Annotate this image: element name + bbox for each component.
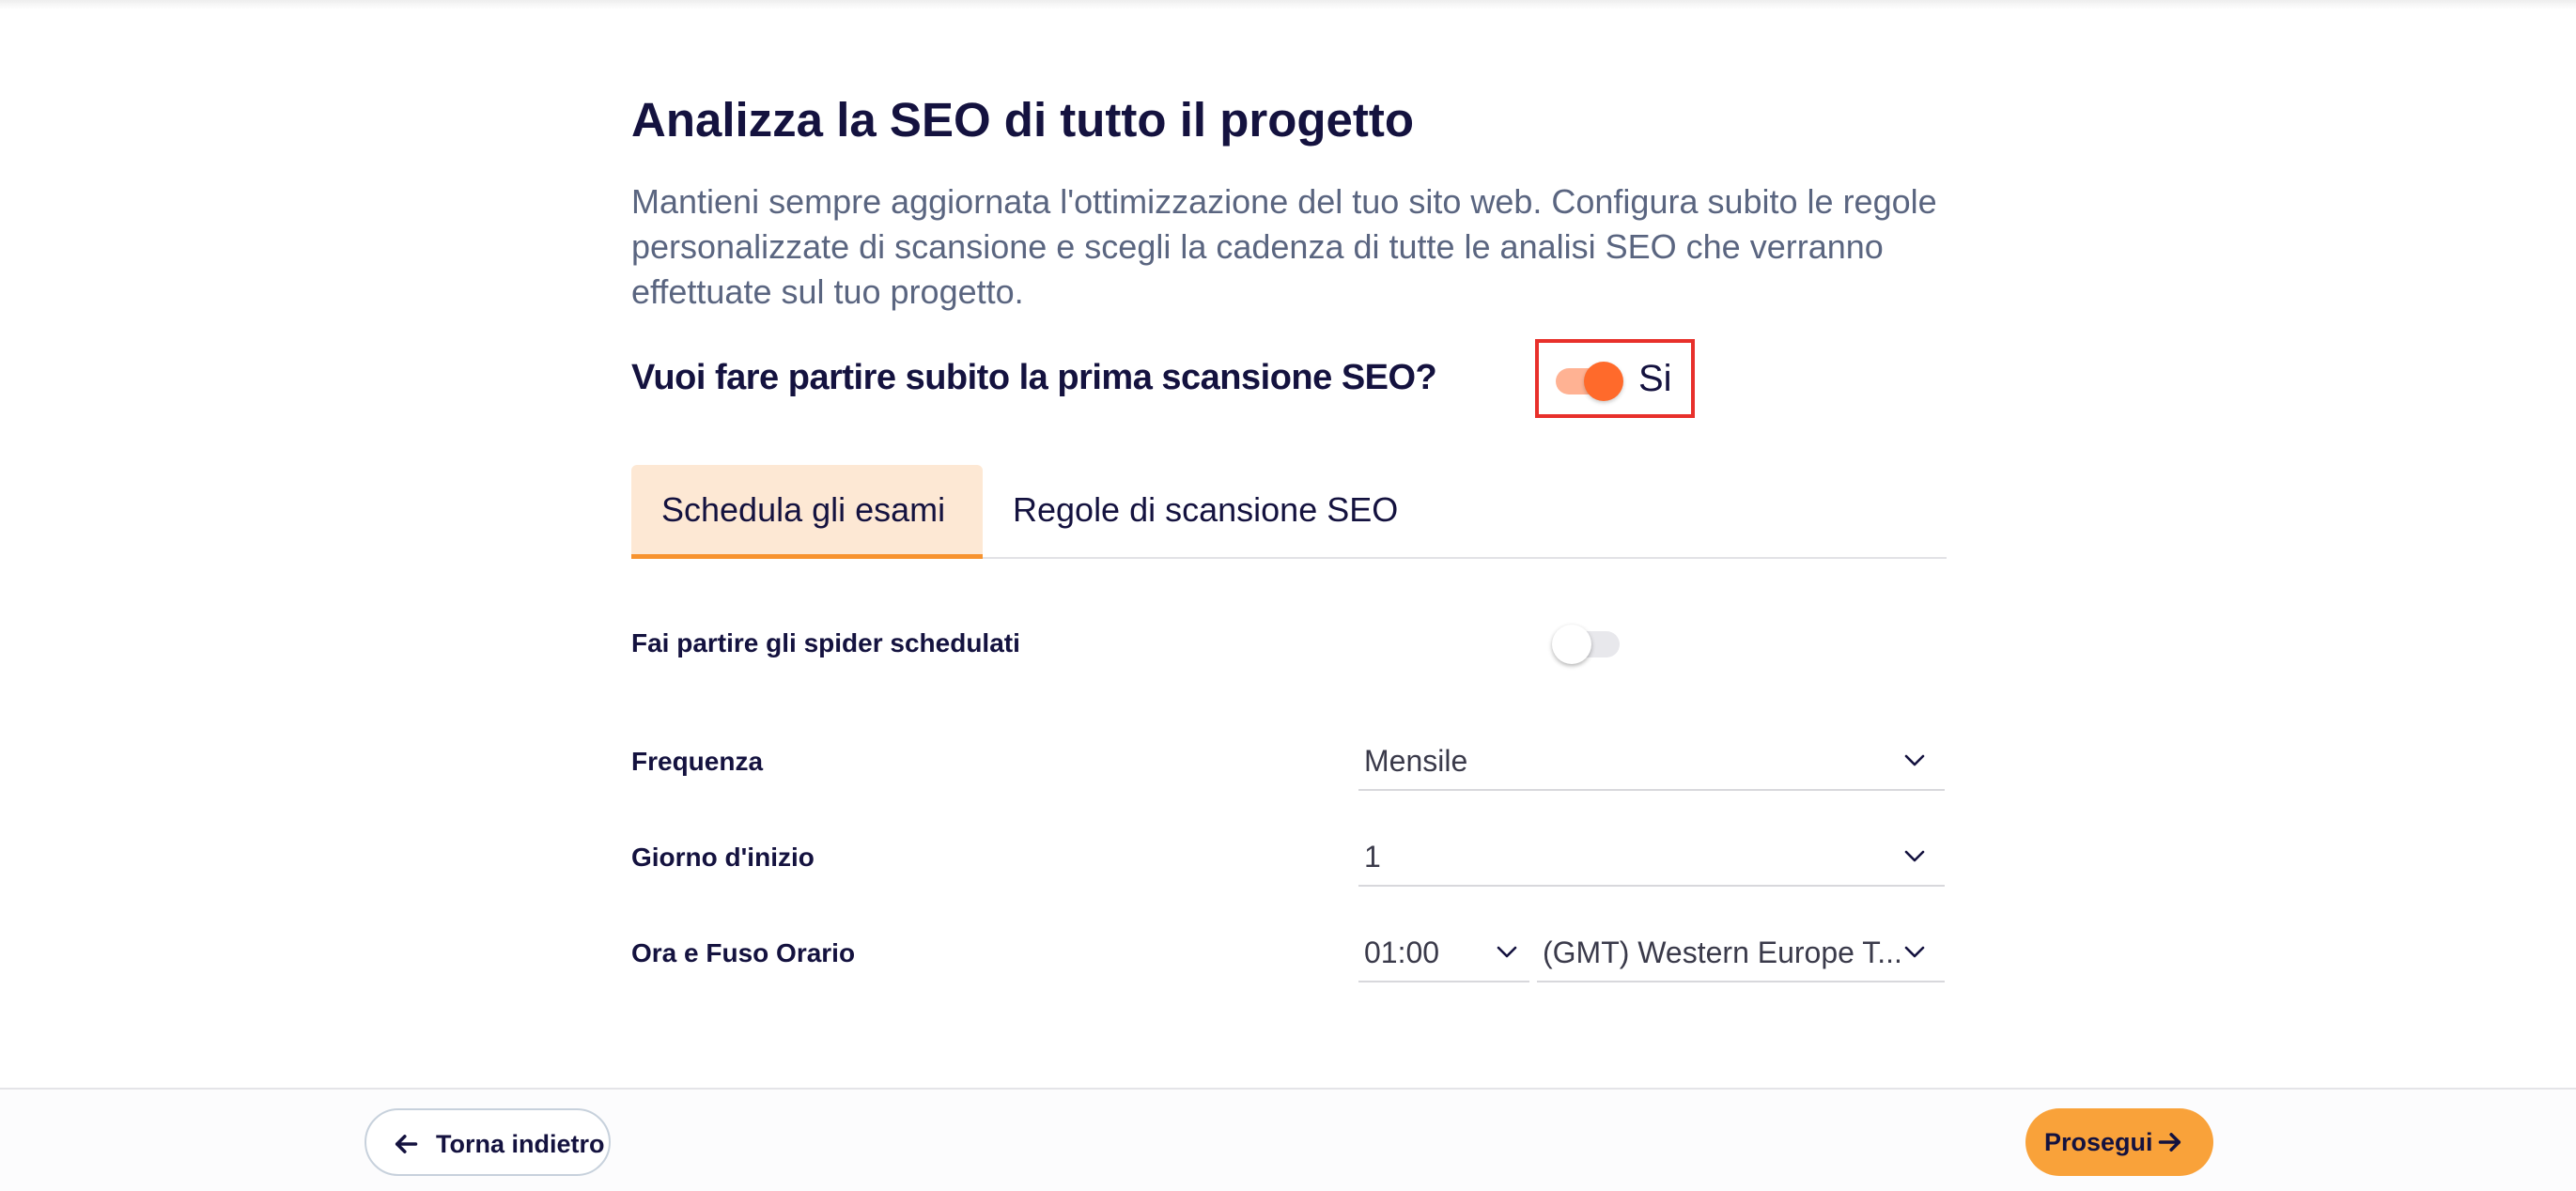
chevron-down-icon [1904,946,1925,958]
spider-toggle[interactable] [1552,625,1620,664]
time-select[interactable]: 01:00 [1358,922,1529,982]
frequency-label: Frequenza [631,747,764,776]
top-shadow [0,0,2576,9]
frequency-value: Mensile [1364,744,1468,778]
tab-scan-rules[interactable]: Regole di scansione SEO [983,465,1434,559]
footer-bar: Torna indietro Prosegui [0,1088,2576,1191]
next-button[interactable]: Prosegui [2025,1108,2213,1176]
start-day-label: Giorno d'inizio [631,843,815,872]
start-day-value: 1 [1364,840,1381,874]
main-content: Analizza la SEO di tutto il progetto Man… [631,89,1947,982]
first-scan-toggle-label: Si [1638,358,1672,399]
tab-schedule[interactable]: Schedula gli esami [631,465,983,559]
toggle-knob [1584,362,1623,401]
timezone-select[interactable]: (GMT) Western Europe T... [1537,922,1945,982]
spider-label: Fai partire gli spider schedulati [631,628,1020,657]
tab-bar: Schedula gli esami Regole di scansione S… [631,465,1947,559]
time-timezone-label: Ora e Fuso Orario [631,938,856,967]
toggle-knob [1552,625,1591,664]
page-title: Analizza la SEO di tutto il progetto [631,93,1415,147]
frequency-select[interactable]: Mensile [1358,731,1945,791]
arrow-left-icon [395,1135,418,1153]
first-scan-toggle[interactable] [1556,362,1623,401]
arrow-right-icon [2158,1133,2181,1152]
page-description: Mantieni sempre aggiornata l'ottimizzazi… [631,182,1937,311]
timezone-value: (GMT) Western Europe T... [1543,936,1902,969]
next-button-label: Prosegui [2044,1128,2153,1156]
back-button[interactable]: Torna indietro [365,1108,611,1176]
first-scan-question: Vuoi fare partire subito la prima scansi… [631,358,1437,397]
chevron-down-icon [1904,754,1925,766]
highlight-box: Si [1535,339,1695,418]
time-value: 01:00 [1364,936,1440,969]
chevron-down-icon [1904,850,1925,862]
first-scan-row: Vuoi fare partire subito la prima scansi… [631,339,1947,420]
chevron-down-icon [1497,946,1517,958]
back-button-label: Torna indietro [436,1130,605,1158]
start-day-select[interactable]: 1 [1358,827,1945,887]
